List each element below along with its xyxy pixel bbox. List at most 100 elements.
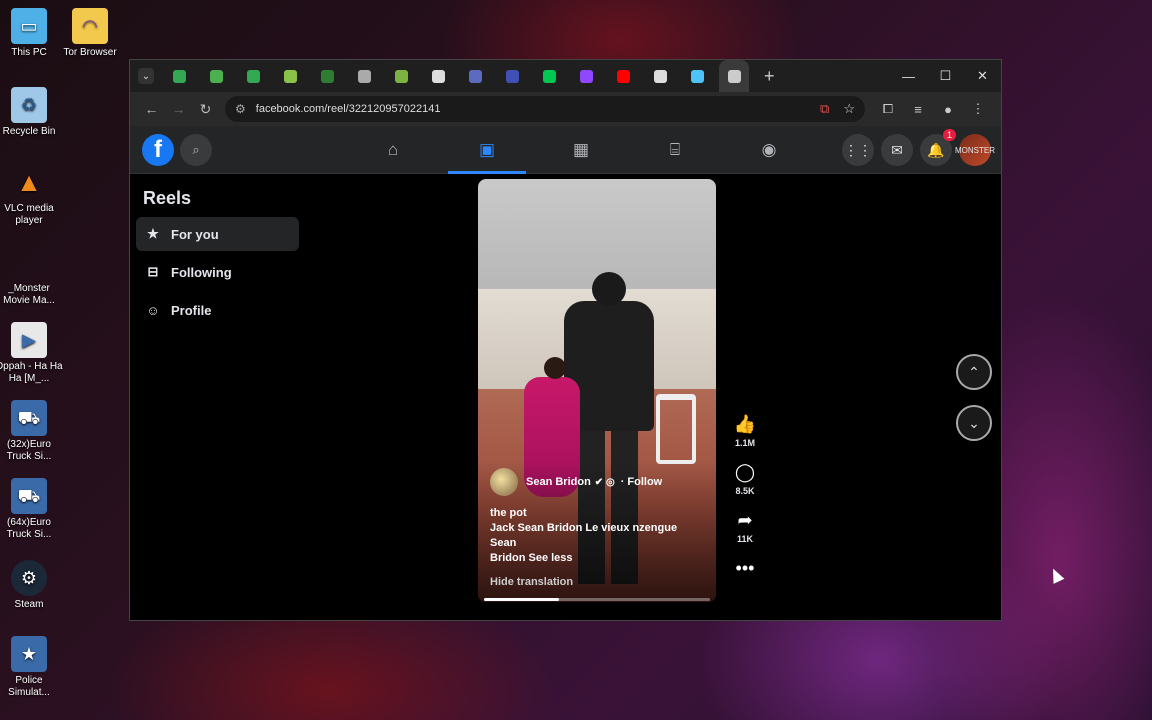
nav-reels[interactable]: ▣: [440, 126, 534, 174]
browser-tab-2[interactable]: [201, 61, 231, 91]
video-scene-child-head: [544, 357, 566, 379]
caption-line-3[interactable]: Bridon See less: [490, 551, 706, 566]
sidebar-item-profile[interactable]: ☺ Profile: [136, 293, 299, 327]
nav-video[interactable]: ▦: [534, 126, 628, 174]
author-avatar[interactable]: [490, 468, 518, 496]
facebook-logo[interactable]: f: [142, 133, 174, 166]
tab-favicon-icon: [690, 69, 704, 83]
browser-tab-4[interactable]: [275, 61, 305, 91]
tab-favicon-icon: [209, 69, 223, 83]
video-scene-man-head: [592, 272, 626, 306]
previous-reel-button[interactable]: ⌃: [956, 354, 992, 390]
back-button[interactable]: ←: [138, 95, 165, 123]
author-name[interactable]: Sean Bridon: [526, 476, 591, 488]
follow-button[interactable]: · Follow: [621, 476, 663, 488]
reload-button[interactable]: ↻: [192, 95, 219, 123]
new-tab-button[interactable]: +: [764, 66, 775, 87]
browser-tab-3[interactable]: [238, 61, 268, 91]
desktop-icon-police-simulator[interactable]: ★ Police Simulat...: [0, 636, 64, 699]
star-icon: ★: [147, 226, 159, 241]
nav-groups[interactable]: ◉: [722, 126, 816, 174]
minimize-button[interactable]: —: [890, 60, 927, 92]
browser-tab-11[interactable]: [534, 61, 564, 91]
menu-grid-button[interactable]: ⋮⋮: [842, 134, 874, 166]
browser-tab-1[interactable]: [164, 61, 194, 91]
hide-translation-link[interactable]: Hide translation: [490, 576, 706, 588]
browser-tab-9[interactable]: [460, 61, 490, 91]
video-progress-bar[interactable]: [484, 598, 710, 601]
media-controls-icon[interactable]: ≡: [903, 95, 933, 123]
browser-tab-15[interactable]: [682, 61, 712, 91]
browser-tab-8[interactable]: [423, 61, 453, 91]
video-file-icon: ▶: [11, 322, 47, 358]
share-action[interactable]: ➦ 11K: [728, 510, 762, 544]
like-action[interactable]: 👍 1.1M: [728, 414, 762, 448]
browser-tab-13[interactable]: [608, 61, 638, 91]
groups-icon: ◉: [761, 140, 777, 159]
tab-favicon-icon: [246, 69, 260, 83]
notifications-button[interactable]: 🔔 1: [920, 129, 956, 166]
search-icon: ⌕: [192, 141, 200, 157]
more-action[interactable]: •••: [728, 558, 762, 580]
desktop-icon-euro-truck-32[interactable]: ⛟ (32x)Euro Truck Si...: [0, 400, 64, 463]
extensions-icon[interactable]: ⧠: [873, 95, 903, 123]
truck-icon: ⛟: [11, 400, 47, 436]
sidebar-item-following[interactable]: ⊟ Following: [136, 255, 299, 289]
tab-favicon-icon: [727, 69, 741, 83]
desktop-icon-steam[interactable]: ⚙ Steam: [0, 560, 64, 611]
browser-tab-14[interactable]: [645, 61, 675, 91]
close-button[interactable]: ✕: [964, 60, 1001, 92]
header-right-actions: ⋮⋮ ✉ 🔔 1 MONSTER: [835, 129, 995, 166]
tab-favicon-icon: [283, 69, 297, 83]
next-reel-button[interactable]: ⌄: [956, 405, 992, 441]
browser-tab-5[interactable]: [312, 61, 342, 91]
desktop-icon-oppah[interactable]: ▶ Oppah - Ha Ha Ha [M_...: [0, 322, 64, 385]
reels-title: Reels: [143, 188, 192, 208]
tab-favicon-icon: [542, 69, 556, 83]
like-count: 1.1M: [734, 438, 755, 448]
browser-tab-16[interactable]: [719, 60, 749, 92]
window-controls: — ☐ ✕: [890, 60, 1001, 92]
main-nav: ⌂ ▣ ▦ ⌸ ◉: [346, 126, 816, 174]
tab-favicon-icon: [505, 69, 519, 83]
nav-home[interactable]: ⌂: [346, 126, 440, 174]
mouse-cursor: [1047, 566, 1065, 584]
more-icon: •••: [735, 558, 755, 578]
share-count: 11K: [736, 534, 753, 544]
tab-search-button[interactable]: ⌄: [138, 68, 154, 84]
account-avatar[interactable]: MONSTER: [955, 134, 995, 166]
menu-icon[interactable]: ⋮: [963, 95, 993, 123]
search-button[interactable]: ⌕: [180, 133, 212, 166]
profile-icon[interactable]: ●: [933, 95, 963, 123]
browser-tab-12[interactable]: [571, 61, 601, 91]
bookmark-star-icon[interactable]: ☆: [843, 101, 855, 117]
desktop-icon-monster-movie[interactable]: _Monster Movie Ma...: [0, 244, 64, 307]
marketplace-icon: ⌸: [669, 140, 681, 159]
desktop-icon-tor-browser[interactable]: ◠ Tor Browser: [55, 8, 125, 59]
desktop-icon-euro-truck-64[interactable]: ⛟ (64x)Euro Truck Si...: [0, 478, 64, 541]
reel-video[interactable]: Sean Bridon ✔ ◎ · Follow the pot Jack Se…: [478, 179, 716, 602]
screen-cast-icon[interactable]: ⧉: [820, 101, 829, 117]
desktop-icon-recycle-bin[interactable]: ♻ Recycle Bin: [0, 87, 64, 138]
maximize-button[interactable]: ☐: [927, 60, 964, 92]
forward-button[interactable]: →: [165, 95, 192, 123]
nav-marketplace[interactable]: ⌸: [628, 126, 722, 174]
browser-window: ⌄ + — ☐ ✕ ← → ↻ ⚙ facebook.com/reel/3221…: [129, 59, 1002, 621]
reel-author: Sean Bridon ✔ ◎ · Follow: [490, 468, 706, 496]
desktop-icon-vlc[interactable]: ▲ VLC media player: [0, 164, 64, 227]
messenger-button[interactable]: ✉: [881, 134, 913, 166]
following-icon: ⊟: [147, 264, 159, 279]
caption-line-2: Jack Sean Bridon Le vieux nzengue Sean: [490, 522, 678, 549]
address-bar[interactable]: ⚙ facebook.com/reel/322120957022141 ⧉ ☆: [225, 96, 865, 122]
comment-icon: ◯: [734, 462, 756, 482]
comment-action[interactable]: ◯ 8.5K: [728, 462, 762, 496]
browser-tab-6[interactable]: [349, 61, 379, 91]
site-info-icon[interactable]: ⚙: [235, 102, 246, 116]
browser-tab-7[interactable]: [386, 61, 416, 91]
sidebar-item-for-you[interactable]: ★ For you: [136, 217, 299, 251]
tab-favicon-icon: [320, 69, 334, 83]
tab-favicon-icon: [579, 69, 593, 83]
grid-icon: ⋮⋮: [844, 141, 872, 158]
folder-icon: ◠: [72, 8, 108, 44]
browser-tab-10[interactable]: [497, 61, 527, 91]
